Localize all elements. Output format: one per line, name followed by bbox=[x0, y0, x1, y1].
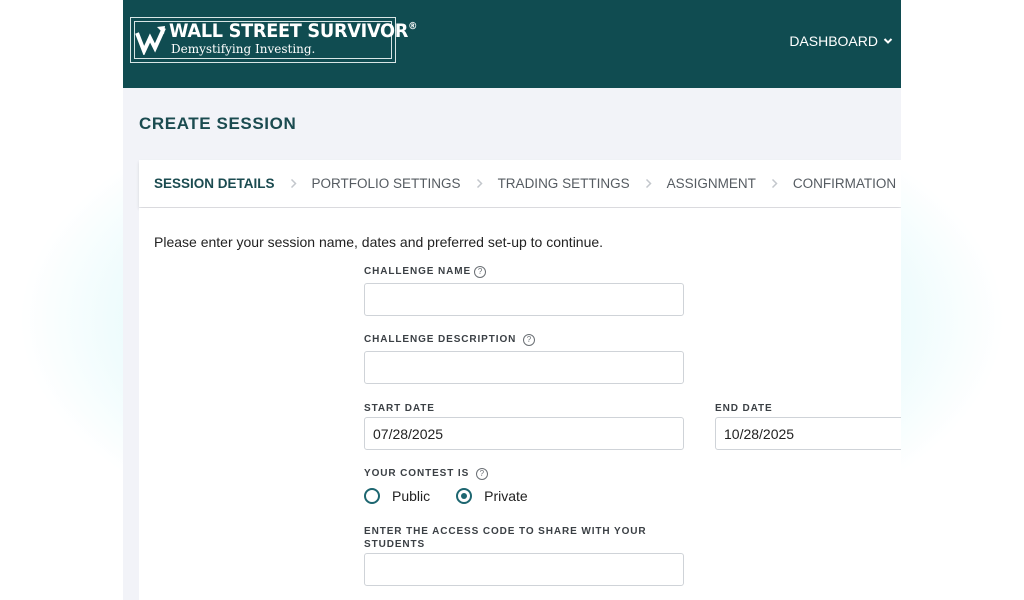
registered-mark: ® bbox=[408, 21, 418, 32]
wizard-steps: SESSION DETAILS PORTFOLIO SETTINGS TRADI… bbox=[139, 160, 901, 207]
chevron-right-icon bbox=[476, 178, 483, 189]
trend-arrow-logo-icon bbox=[135, 26, 166, 55]
session-details-form: Please enter your session name, dates an… bbox=[139, 208, 901, 600]
end-date-label: END DATE bbox=[715, 403, 773, 414]
start-date-input[interactable] bbox=[364, 417, 684, 450]
chevron-right-icon bbox=[645, 178, 652, 189]
chevron-right-icon bbox=[290, 178, 297, 189]
page-title: CREATE SESSION bbox=[139, 114, 297, 133]
challenge-name-label: CHALLENGE NAME? bbox=[364, 266, 487, 278]
brand-tagline: Demystifying Investing. bbox=[171, 42, 316, 56]
contest-private-option[interactable]: Private bbox=[456, 488, 528, 504]
challenge-name-input[interactable] bbox=[364, 283, 684, 316]
step-portfolio-settings[interactable]: PORTFOLIO SETTINGS bbox=[312, 176, 461, 191]
access-code-label: ENTER THE ACCESS CODE TO SHARE WITH YOUR… bbox=[364, 526, 647, 550]
public-radio-label: Public bbox=[392, 488, 431, 504]
public-radio[interactable] bbox=[364, 488, 380, 504]
step-session-details[interactable]: SESSION DETAILS bbox=[154, 176, 275, 191]
private-radio[interactable] bbox=[456, 488, 473, 504]
dashboard-menu-label: DASHBOARD bbox=[789, 33, 878, 49]
contest-type-label: YOUR CONTEST IS ? bbox=[364, 468, 488, 480]
chevron-right-icon bbox=[771, 178, 778, 189]
step-confirmation[interactable]: CONFIRMATION bbox=[793, 176, 896, 191]
step-trading-settings[interactable]: TRADING SETTINGS bbox=[498, 176, 630, 191]
step-assignment[interactable]: ASSIGNMENT bbox=[667, 176, 756, 191]
brand-logo[interactable]: WALL STREET SURVIVOR® Demystifying Inves… bbox=[130, 17, 417, 63]
help-icon[interactable]: ? bbox=[475, 468, 488, 480]
app-window: WALL STREET SURVIVOR® Demystifying Inves… bbox=[123, 0, 901, 600]
form-instructions: Please enter your session name, dates an… bbox=[154, 234, 604, 250]
start-date-label: START DATE bbox=[364, 403, 435, 414]
contest-type-radio-group: Public Private bbox=[364, 488, 554, 504]
help-icon[interactable]: ? bbox=[474, 266, 487, 278]
private-radio-label: Private bbox=[484, 488, 528, 504]
challenge-description-input[interactable] bbox=[364, 351, 684, 384]
brand-name: WALL STREET SURVIVOR® bbox=[169, 20, 418, 42]
challenge-description-label: CHALLENGE DESCRIPTION ? bbox=[364, 334, 535, 346]
end-date-input[interactable] bbox=[715, 417, 901, 450]
access-code-input[interactable] bbox=[364, 553, 684, 586]
contest-public-option[interactable]: Public bbox=[364, 488, 430, 504]
dashboard-menu[interactable]: DASHBOARD bbox=[789, 33, 893, 49]
top-header: WALL STREET SURVIVOR® Demystifying Inves… bbox=[123, 0, 901, 88]
help-icon[interactable]: ? bbox=[522, 334, 535, 346]
chevron-down-icon bbox=[883, 38, 893, 44]
